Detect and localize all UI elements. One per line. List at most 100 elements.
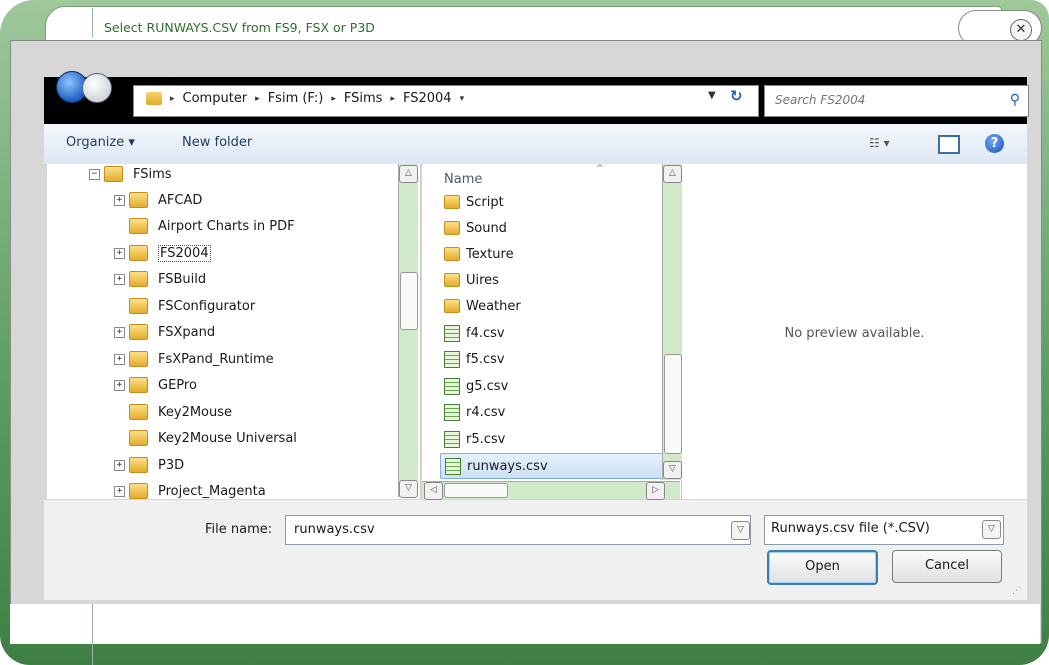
tree-vertical-scrollbar[interactable]: △ ▽ (398, 164, 418, 498)
tree-item-label: Airport Charts in PDF (158, 218, 295, 234)
preview-pane-icon[interactable] (938, 135, 960, 154)
spreadsheet-file-icon (445, 457, 461, 475)
expand-icon[interactable]: + (114, 326, 125, 338)
address-history-dropdown-icon[interactable]: ▼ (708, 90, 716, 101)
list-item[interactable]: g5.csv (444, 374, 508, 398)
open-button[interactable]: Open (767, 550, 878, 585)
file-name: Script (466, 194, 504, 210)
file-type-select[interactable]: Runways.csv file (*.CSV) (764, 515, 1004, 545)
help-icon[interactable]: ? (985, 134, 1004, 153)
scroll-left-icon[interactable]: ◁ (424, 482, 443, 500)
tree-item-gepro[interactable]: + GEPro (114, 373, 197, 397)
expand-icon[interactable]: + (114, 194, 125, 206)
refresh-icon[interactable]: ↻ (730, 87, 743, 105)
list-item-selected[interactable]: runways.csv (440, 453, 666, 479)
search-input[interactable] (773, 92, 997, 108)
chevron-right-icon[interactable]: ▸ (331, 94, 336, 104)
folder-icon (129, 298, 148, 314)
organize-button[interactable]: Organize ▾ (66, 135, 135, 150)
cancel-button[interactable]: Cancel (892, 550, 1002, 583)
scrollbar-thumb[interactable] (664, 354, 682, 454)
filename-dropdown-icon[interactable]: ▽ (731, 521, 750, 540)
expand-icon[interactable]: + (114, 273, 125, 285)
expand-icon[interactable]: + (114, 247, 125, 259)
sort-ascending-icon: ^ (596, 164, 604, 174)
expand-icon[interactable]: + (114, 379, 125, 391)
scrollbar-thumb[interactable] (444, 483, 508, 498)
breadcrumb-item[interactable]: Computer (183, 91, 248, 106)
tree-item-label: Key2Mouse (158, 404, 233, 420)
tree-item-p3d[interactable]: + P3D (114, 453, 184, 477)
filename-input[interactable] (292, 521, 716, 538)
tree-item-fsconfigurator[interactable]: FSConfigurator (114, 294, 255, 318)
new-folder-button[interactable]: New folder (182, 135, 252, 150)
scrollbar-thumb[interactable] (400, 272, 418, 330)
tree-item-afcad[interactable]: + AFCAD (114, 188, 202, 212)
tree-item-key2mouse[interactable]: Key2Mouse (114, 400, 232, 424)
frame-bottom-strip (10, 604, 1040, 644)
file-list-horizontal-scrollbar[interactable]: ◁ ▷ (422, 481, 680, 500)
search-icon[interactable]: ⚲ (1010, 92, 1020, 108)
file-list: ^ Name Script Sound Texture Uires Weathe… (422, 164, 682, 499)
close-icon[interactable]: ✕ (1010, 19, 1032, 41)
views-menu-icon[interactable]: ☷ ▾ (869, 136, 890, 150)
list-item[interactable]: Texture (444, 242, 514, 266)
file-type-dropdown-icon[interactable]: ▽ (982, 520, 1001, 539)
tree-item-fsims[interactable]: − FSims (89, 164, 172, 186)
tree-item-project-magenta[interactable]: + Project_Magenta (114, 479, 266, 499)
file-name: runways.csv (467, 458, 548, 474)
file-name: r4.csv (466, 404, 506, 420)
window-title: Select RUNWAYS.CSV from FS9, FSX or P3D (104, 20, 375, 35)
breadcrumb-item[interactable]: FS2004 (403, 91, 452, 106)
chevron-down-icon[interactable]: ▾ (460, 94, 465, 104)
tree-item-fs2004[interactable]: + FS2004 (114, 241, 211, 265)
tree-item-label: GEPro (158, 377, 197, 393)
folder-icon (444, 221, 460, 235)
list-item[interactable]: f5.csv (444, 347, 505, 371)
scroll-down-icon[interactable]: ▽ (663, 461, 682, 479)
tree-item-label: FSBuild (158, 271, 207, 287)
tree-item-label: FsXPand_Runtime (158, 351, 274, 367)
column-header-name[interactable]: Name (444, 172, 482, 187)
tree-item-fsxpand-runtime[interactable]: + FsXPand_Runtime (114, 347, 274, 371)
file-name: Sound (466, 220, 507, 236)
file-name: g5.csv (466, 378, 509, 394)
file-name: r5.csv (466, 431, 506, 447)
folder-icon (129, 245, 148, 261)
resize-grip-icon[interactable]: ⋰ (1012, 586, 1021, 596)
preview-message: No preview available. (784, 326, 925, 341)
expand-icon[interactable]: + (114, 353, 125, 365)
collapse-icon[interactable]: − (89, 168, 100, 180)
scroll-up-icon[interactable]: △ (399, 165, 418, 183)
expand-icon[interactable]: + (114, 485, 125, 497)
chevron-right-icon[interactable]: ▸ (390, 94, 395, 104)
list-item[interactable]: Sound (444, 216, 507, 240)
address-bar[interactable]: ▸ Computer ▸ Fsim (F:) ▸ FSims ▸ FS2004 … (133, 85, 759, 117)
scroll-up-icon[interactable]: △ (663, 165, 682, 183)
folder-icon (129, 218, 148, 234)
list-item[interactable]: f4.csv (444, 321, 505, 345)
scroll-right-icon[interactable]: ▷ (646, 482, 665, 500)
list-item[interactable]: r5.csv (444, 427, 505, 451)
folder-icon (129, 192, 148, 208)
spreadsheet-file-icon (444, 324, 460, 342)
tree-item-fsxpand[interactable]: + FSXpand (114, 320, 215, 344)
forward-button[interactable] (82, 73, 112, 103)
chevron-right-icon[interactable]: ▸ (170, 94, 175, 104)
chevron-right-icon[interactable]: ▸ (255, 94, 260, 104)
expand-icon[interactable]: + (114, 459, 125, 471)
file-name: f4.csv (466, 325, 505, 341)
list-item[interactable]: Uires (444, 268, 499, 292)
scroll-down-icon[interactable]: ▽ (399, 480, 418, 498)
breadcrumb-item[interactable]: Fsim (F:) (268, 91, 324, 106)
list-item[interactable]: r4.csv (444, 400, 505, 424)
list-item[interactable]: Weather (444, 294, 521, 318)
tree-item-key2mouse-universal[interactable]: Key2Mouse Universal (114, 426, 297, 450)
list-item[interactable]: Script (444, 190, 504, 214)
file-name: Uires (466, 272, 499, 288)
breadcrumb-item[interactable]: FSims (344, 91, 383, 106)
tree-item-label: FSims (133, 166, 172, 182)
file-list-vertical-scrollbar[interactable]: △ ▽ (662, 164, 682, 480)
tree-item-fsbuild[interactable]: + FSBuild (114, 267, 206, 291)
tree-item-airport-charts[interactable]: Airport Charts in PDF (114, 214, 295, 238)
